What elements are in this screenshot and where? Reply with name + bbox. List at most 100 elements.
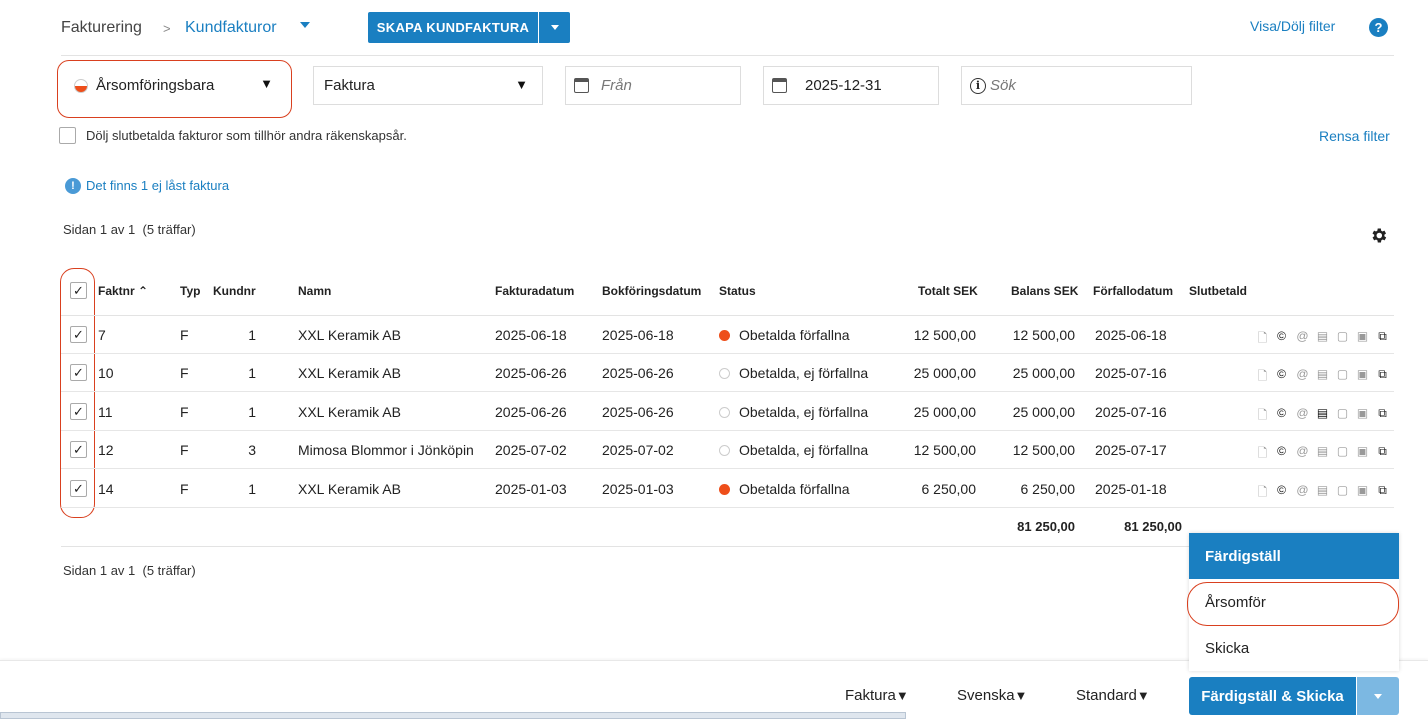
status-dot-icon [719,407,730,418]
copyright-icon[interactable]: © [1275,329,1288,343]
create-invoice-dropdown-button[interactable] [539,12,570,43]
table-row[interactable]: ✓ 7 F 1 XXL Keramik AB 2025-06-18 2025-06-18 Ob… [61,316,1394,354]
image-icon[interactable]: ▣ [1356,406,1369,420]
row-checkbox[interactable]: ✓ [70,441,87,458]
language-dropdown[interactable]: Svenska▼ [957,687,1027,704]
list-icon[interactable]: ▤ [1316,483,1329,497]
column-header-bokforingsdatum[interactable]: Bokföringsdatum [602,284,701,298]
finalize-dropdown-button[interactable] [1357,677,1399,715]
template-dropdown[interactable]: Standard▼ [1076,687,1150,704]
column-header-fakturadatum[interactable]: Fakturadatum [495,284,574,298]
help-icon[interactable]: ? [1369,18,1388,37]
cell-status: Obetalda förfallna [719,327,850,343]
finalize-and-send-button[interactable]: Färdigställ & Skicka [1189,677,1356,715]
cell-fakturadatum: 2025-01-03 [495,481,567,497]
cell-faktnr[interactable]: 11 [98,404,113,420]
email-icon[interactable]: @ [1296,367,1309,381]
column-header-balans[interactable]: Balans SEK [1011,284,1078,298]
column-header-typ[interactable]: Typ [180,284,200,298]
search-input[interactable]: i Sök [961,66,1192,105]
list-icon[interactable]: ▤ [1316,444,1329,458]
cell-fakturadatum: 2025-06-18 [495,327,567,343]
table-row[interactable]: ✓ 10 F 1 XXL Keramik AB 2025-06-26 2025-06-26 O… [61,354,1394,392]
copyright-icon[interactable]: © [1275,483,1288,497]
create-invoice-button[interactable]: SKAPA KUNDFAKTURA [368,12,538,43]
breadcrumb-current[interactable]: Kundfakturor [185,19,277,37]
type-select[interactable]: Faktura ▼ [313,66,543,105]
card-icon[interactable]: ▢ [1336,406,1349,420]
date-to-input[interactable]: 2025-12-31 [763,66,939,105]
half-filled-dot-icon [74,78,88,93]
list-icon[interactable]: ▤ [1316,329,1329,343]
card-icon[interactable]: ▢ [1336,483,1349,497]
document-icon[interactable]: 🗋 [1256,406,1269,427]
card-icon[interactable]: ▢ [1336,329,1349,343]
document-icon[interactable]: 🗋 [1256,329,1269,350]
status-select[interactable]: Årsomföringsbara ▼ [62,66,287,105]
cell-typ: F [180,404,189,420]
cell-bokforingsdatum: 2025-06-26 [602,404,674,420]
row-checkbox[interactable]: ✓ [70,326,87,343]
cell-faktnr[interactable]: 12 [98,442,114,458]
copyright-icon[interactable]: © [1275,367,1288,381]
cell-faktnr[interactable]: 10 [98,365,114,381]
gear-icon[interactable] [1369,226,1388,245]
row-checkbox[interactable]: ✓ [70,480,87,497]
image-icon[interactable]: ▣ [1356,367,1369,381]
card-icon[interactable]: ▢ [1336,444,1349,458]
type-select-value: Faktura [324,77,375,94]
image-icon[interactable]: ▣ [1356,329,1369,343]
copy-icon[interactable]: ⧉ [1376,329,1389,344]
table-row[interactable]: ✓ 14 F 1 XXL Keramik AB 2025-01-03 2025-01-03 O… [61,470,1394,508]
hide-paid-checkbox[interactable] [59,127,76,144]
cell-faktnr[interactable]: 14 [98,481,114,497]
column-header-forfallodatum[interactable]: Förfallodatum [1093,284,1173,298]
cell-faktnr[interactable]: 7 [98,327,106,343]
cell-totalt: 25 000,00 [913,365,976,381]
sort-asc-icon: ⌃ [138,284,149,298]
menu-item-send[interactable]: Skicka [1189,625,1399,671]
copy-icon[interactable]: ⧉ [1376,483,1389,498]
document-icon[interactable]: 🗋 [1256,483,1269,504]
clear-filter-link[interactable]: Rensa filter [1319,128,1390,144]
row-checkbox[interactable]: ✓ [70,364,87,381]
status-select-value: Årsomföringsbara [96,77,215,94]
document-icon[interactable]: 🗋 [1256,367,1269,388]
info-icon: i [970,77,986,94]
row-checkbox[interactable]: ✓ [70,403,87,420]
menu-item-finalize[interactable]: Färdigställ [1189,533,1399,579]
unlocked-invoice-notice[interactable]: Det finns 1 ej låst faktura [86,178,229,193]
chevron-down-icon[interactable] [300,22,310,28]
email-icon[interactable]: @ [1296,483,1309,497]
list-icon[interactable]: ▤ [1316,367,1329,381]
column-header-namn[interactable]: Namn [298,284,331,298]
date-from-input[interactable]: Från [565,66,741,105]
cell-typ: F [180,365,189,381]
table-row[interactable]: ✓ 12 F 3 Mimosa Blommor i Jönköpin 2025-07-02… [61,431,1394,469]
image-icon[interactable]: ▣ [1356,444,1369,458]
email-icon[interactable]: @ [1296,444,1309,458]
card-icon[interactable]: ▢ [1336,367,1349,381]
column-header-status[interactable]: Status [719,284,756,298]
copy-icon[interactable]: ⧉ [1376,367,1389,382]
select-all-checkbox[interactable]: ✓ [70,282,87,299]
email-icon[interactable]: @ [1296,329,1309,343]
cell-typ: F [180,327,189,343]
cell-typ: F [180,481,189,497]
copyright-icon[interactable]: © [1275,444,1288,458]
toggle-filter-link[interactable]: Visa/Dölj filter [1250,18,1335,34]
list-icon[interactable]: ▤ [1316,406,1329,420]
breadcrumb-root[interactable]: Fakturering [61,19,142,37]
copyright-icon[interactable]: © [1275,406,1288,420]
email-icon[interactable]: @ [1296,406,1309,420]
copy-icon[interactable]: ⧉ [1376,444,1389,459]
column-header-totalt[interactable]: Totalt SEK [918,284,978,298]
column-header-kundnr[interactable]: Kundnr [213,284,256,298]
column-header-slutbetald[interactable]: Slutbetald [1189,284,1247,298]
column-header-faktnr[interactable]: Faktnr ⌃ [98,284,148,298]
doc-type-dropdown[interactable]: Faktura▼ [845,687,909,704]
table-row[interactable]: ✓ 11 F 1 XXL Keramik AB 2025-06-26 2025-06-26 O… [61,393,1394,431]
copy-icon[interactable]: ⧉ [1376,406,1389,421]
image-icon[interactable]: ▣ [1356,483,1369,497]
document-icon[interactable]: 🗋 [1256,444,1269,465]
